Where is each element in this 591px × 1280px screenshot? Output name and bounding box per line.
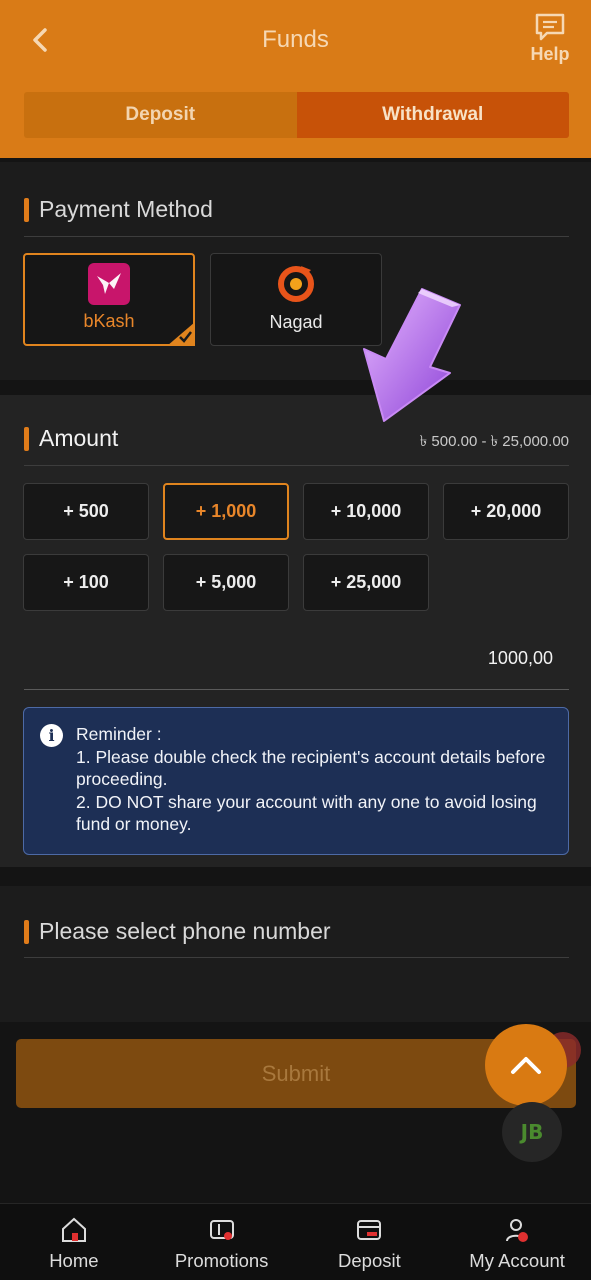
amount-chip-5000[interactable]: + 5,000 [163,554,289,611]
nav-my-account[interactable]: My Account [443,1204,591,1280]
payment-method-section: Payment Method bKash Nagad [0,162,591,380]
amount-chip-10000[interactable]: + 10,000 [303,483,429,540]
nav-deposit[interactable]: Deposit [296,1204,444,1280]
chevron-up-icon [511,1057,541,1074]
chat-icon [535,13,565,41]
amount-chip-25000[interactable]: + 25,000 [303,554,429,611]
tab-deposit[interactable]: Deposit [24,92,297,138]
bottom-nav: Home Promotions Deposit My Account [0,1203,591,1280]
brand-fab-button[interactable]: JB [502,1102,562,1162]
deposit-icon [357,1220,382,1240]
amount-chip-1000[interactable]: + 1,000 [163,483,289,540]
phone-section: Please select phone number [0,886,591,1022]
nav-home[interactable]: Home [0,1204,148,1280]
amount-range: ৳ 500.00 - ৳ 25,000.00 [419,433,569,450]
phone-heading[interactable]: Please select phone number [24,918,331,945]
amount-section: Amount ৳ 500.00 - ৳ 25,000.00 + 500 + 1,… [0,395,591,867]
divider [24,465,569,466]
amount-chip-500[interactable]: + 500 [23,483,149,540]
amount-chip-100[interactable]: + 100 [23,554,149,611]
reminder-box: i Reminder : 1. Please double check the … [23,707,569,855]
promotions-icon [209,1220,234,1240]
nav-promotions[interactable]: Promotions [148,1204,296,1280]
section-marker [24,919,29,944]
phone-title: Please select phone number [39,918,331,944]
section-marker [24,426,29,451]
help-button[interactable]: Help [527,12,573,65]
payment-method-heading: Payment Method [24,196,213,223]
divider [24,236,569,237]
reminder-title: Reminder : [76,724,162,744]
selected-check-icon [167,322,195,346]
method-nagad[interactable]: Nagad [210,253,382,346]
section-marker [24,197,29,222]
amount-chip-20000[interactable]: + 20,000 [443,483,569,540]
nav-promotions-label: Promotions [174,1250,269,1271]
help-label: Help [530,44,570,64]
amount-input[interactable]: 1000,00 [488,648,553,669]
payment-method-title: Payment Method [39,196,213,222]
home-icon [61,1217,86,1242]
reminder-line-2: 2. DO NOT share your account with any on… [76,791,537,835]
funds-tabs: Deposit Withdrawal [24,92,569,138]
info-icon: i [40,724,63,747]
page-title: Funds [262,26,329,53]
method-bkash[interactable]: bKash [23,253,195,346]
scroll-top-button[interactable] [485,1024,567,1106]
nav-my-account-label: My Account [469,1250,565,1271]
pointer-arrow-icon [363,288,461,422]
amount-title: Amount [39,425,119,451]
account-icon [506,1219,529,1242]
nav-deposit-label: Deposit [338,1250,401,1271]
reminder-line-1: 1. Please double check the recipient's a… [76,746,546,790]
divider [24,957,569,958]
bkash-logo-icon [88,263,130,305]
header: Funds Help Deposit Withdrawal [0,0,591,158]
nagad-logo-icon [278,266,314,302]
amount-heading: Amount [24,425,118,452]
method-label: Nagad [269,312,323,332]
nav-home-label: Home [49,1250,99,1271]
tab-withdrawal[interactable]: Withdrawal [296,92,569,138]
amount-underline [24,689,569,690]
